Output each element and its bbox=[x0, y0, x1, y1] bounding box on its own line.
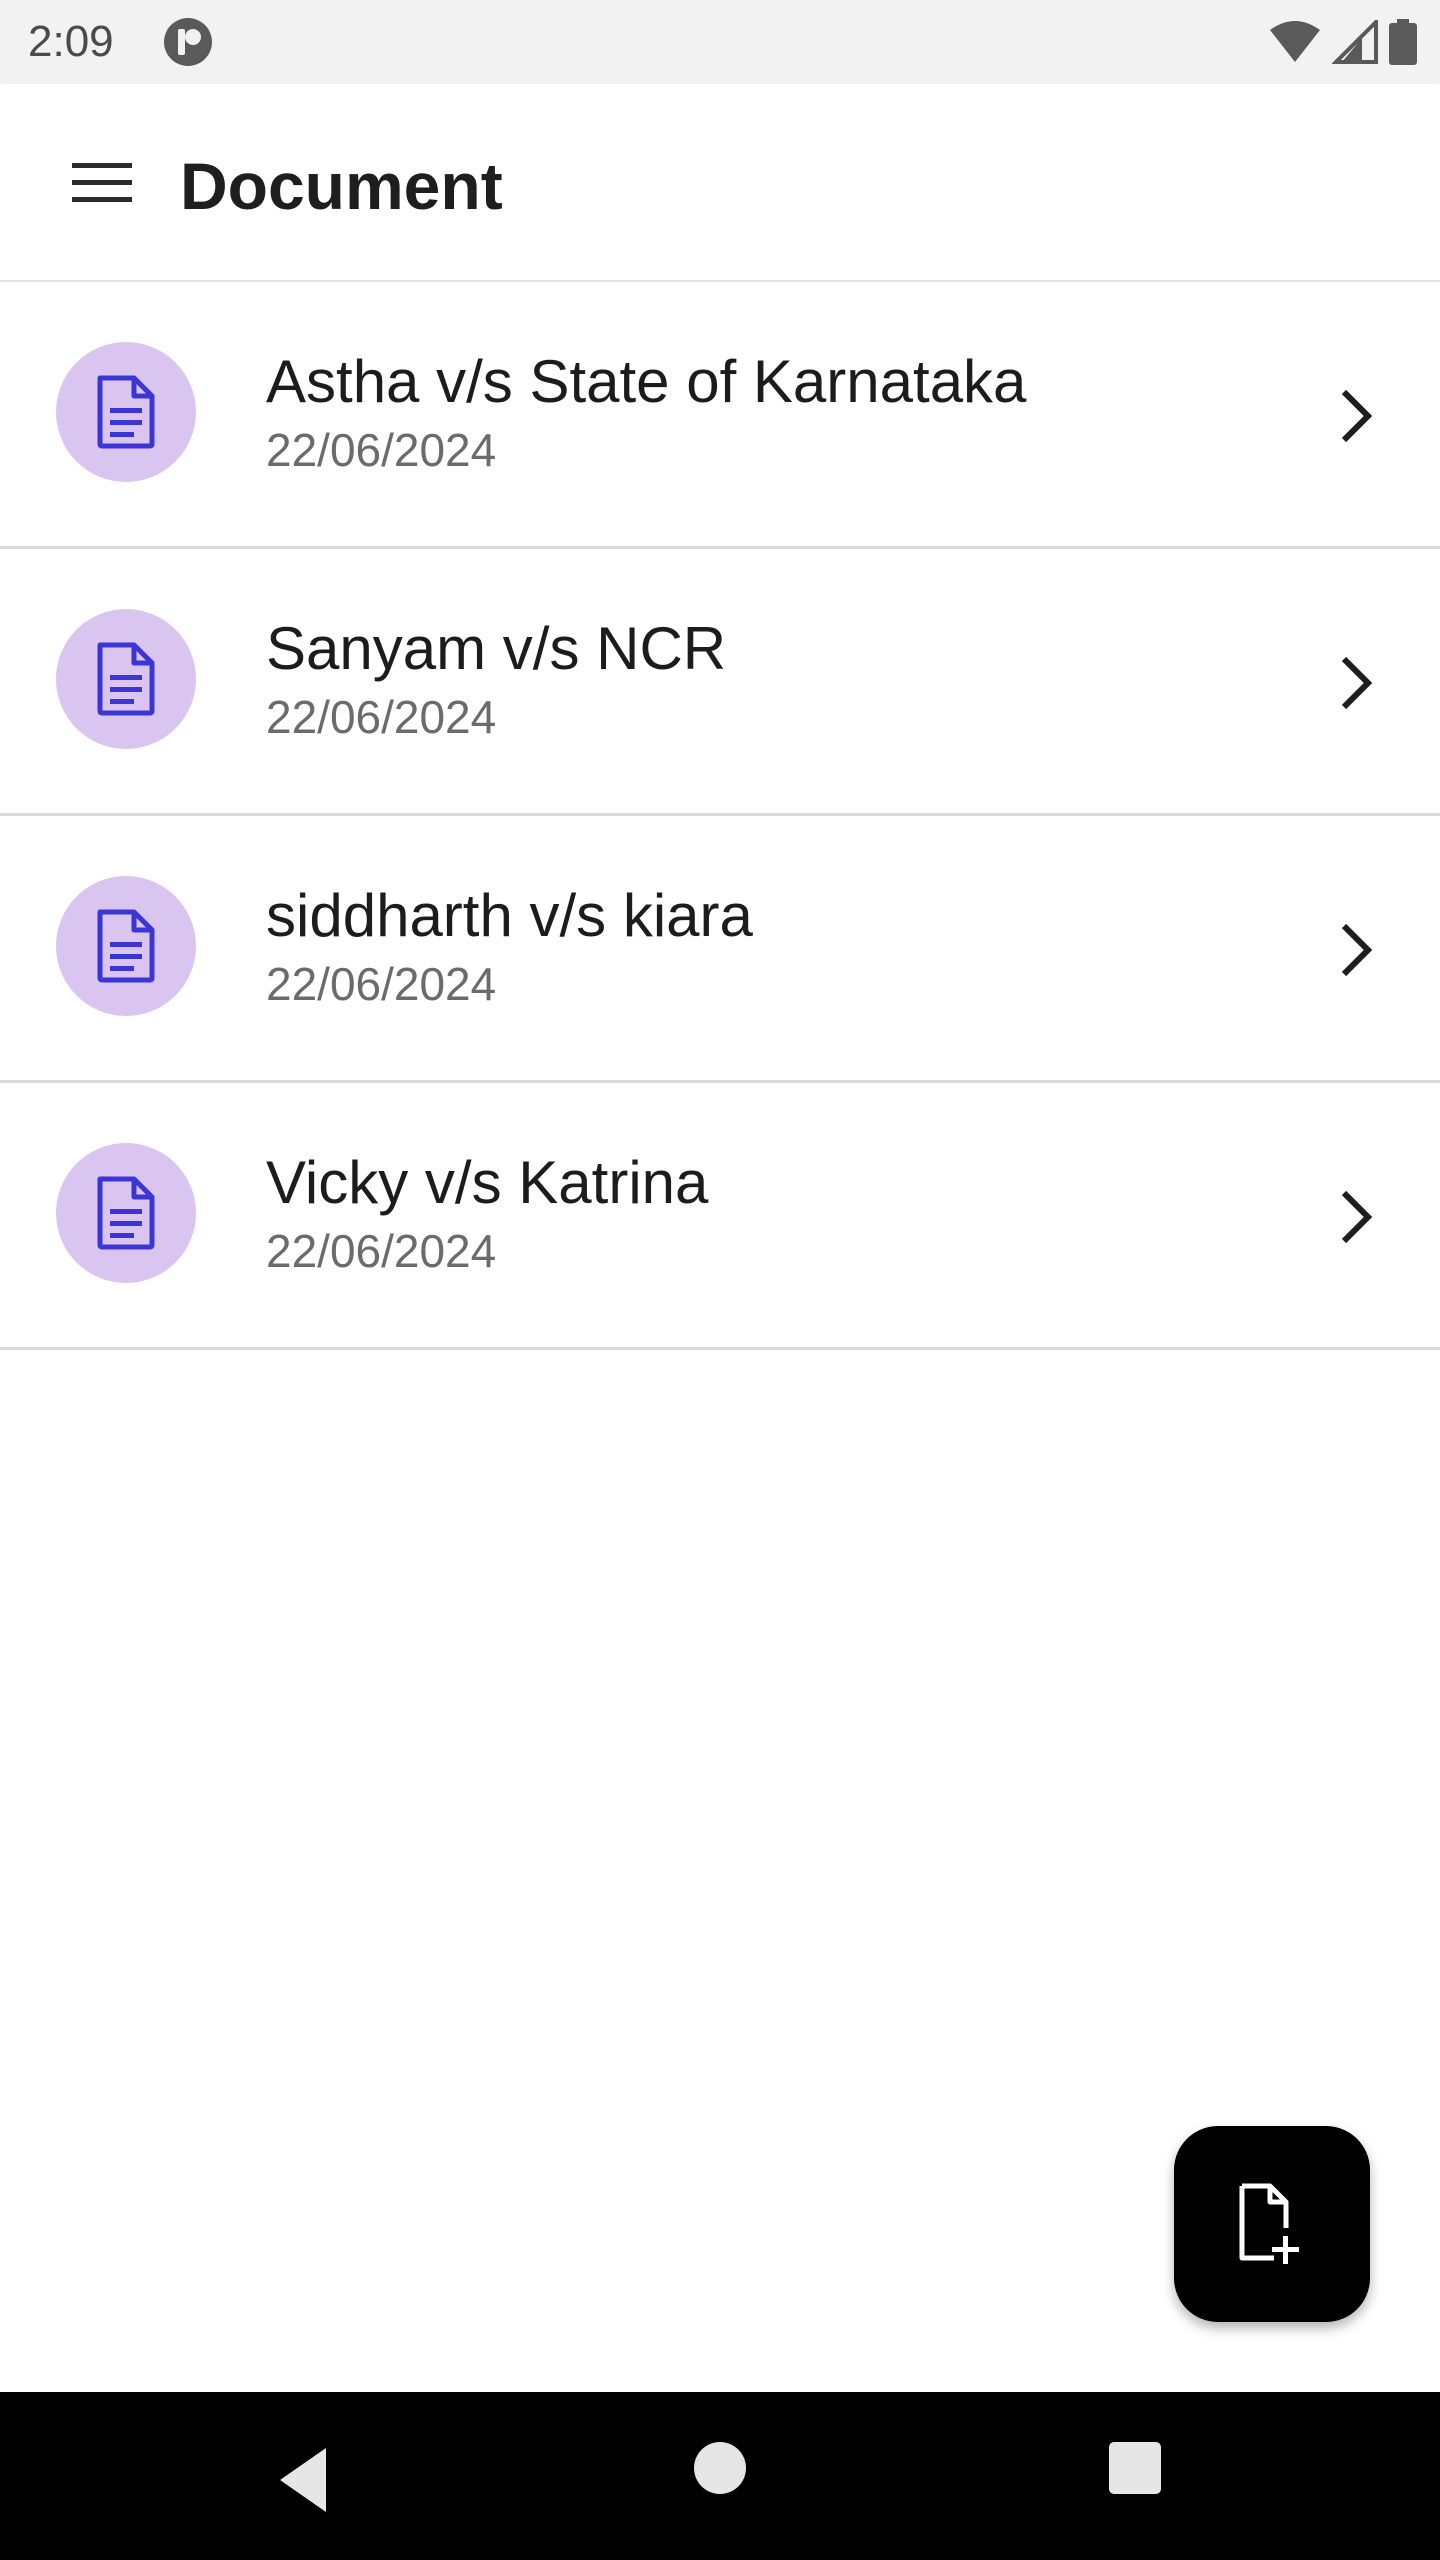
cellular-signal-icon bbox=[1332, 20, 1378, 64]
add-document-icon bbox=[1239, 2183, 1299, 2264]
document-title: Astha v/s State of Karnataka bbox=[266, 348, 1027, 415]
document-title: Sanyam v/s NCR bbox=[266, 615, 727, 682]
chevron-right-icon bbox=[1320, 1181, 1392, 1253]
home-icon[interactable] bbox=[694, 2442, 746, 2494]
add-document-button[interactable] bbox=[1174, 2126, 1370, 2322]
status-bar: 2:09 bbox=[0, 0, 1440, 84]
status-time: 2:09 bbox=[28, 17, 114, 66]
wifi-icon bbox=[1270, 21, 1320, 62]
document-date: 22/06/2024 bbox=[266, 958, 497, 1010]
list-item[interactable]: Vicky v/s Katrina 22/06/2024 bbox=[0, 1083, 1440, 1350]
document-icon bbox=[97, 642, 155, 716]
document-list: Astha v/s State of Karnataka 22/06/2024 … bbox=[0, 282, 1440, 1350]
back-icon[interactable] bbox=[268, 2440, 348, 2520]
screen: 2:09 Document Astha v/s State of Karnata… bbox=[0, 0, 1440, 2560]
recents-icon[interactable] bbox=[1109, 2442, 1161, 2494]
document-avatar bbox=[56, 342, 196, 482]
list-item[interactable]: Astha v/s State of Karnataka 22/06/2024 bbox=[0, 282, 1440, 549]
chevron-right-icon bbox=[1320, 647, 1392, 719]
app-bar: Document bbox=[0, 84, 1440, 282]
app-notification-icon bbox=[164, 18, 212, 66]
document-date: 22/06/2024 bbox=[266, 1225, 497, 1277]
document-icon bbox=[97, 375, 155, 449]
battery-icon bbox=[1389, 19, 1417, 65]
hamburger-menu-icon[interactable] bbox=[52, 138, 152, 228]
navigation-bar bbox=[0, 2392, 1440, 2560]
document-icon bbox=[97, 1176, 155, 1250]
document-avatar bbox=[56, 876, 196, 1016]
document-title: siddharth v/s kiara bbox=[266, 882, 753, 949]
list-item[interactable]: siddharth v/s kiara 22/06/2024 bbox=[0, 816, 1440, 1083]
document-icon bbox=[97, 909, 155, 983]
document-avatar bbox=[56, 1143, 196, 1283]
status-icons bbox=[1268, 18, 1418, 66]
chevron-right-icon bbox=[1320, 914, 1392, 986]
document-date: 22/06/2024 bbox=[266, 691, 497, 743]
page-title: Document bbox=[180, 149, 503, 223]
document-title: Vicky v/s Katrina bbox=[266, 1149, 709, 1216]
chevron-right-icon bbox=[1320, 380, 1392, 452]
document-date: 22/06/2024 bbox=[266, 424, 497, 476]
document-avatar bbox=[56, 609, 196, 749]
list-item[interactable]: Sanyam v/s NCR 22/06/2024 bbox=[0, 549, 1440, 816]
